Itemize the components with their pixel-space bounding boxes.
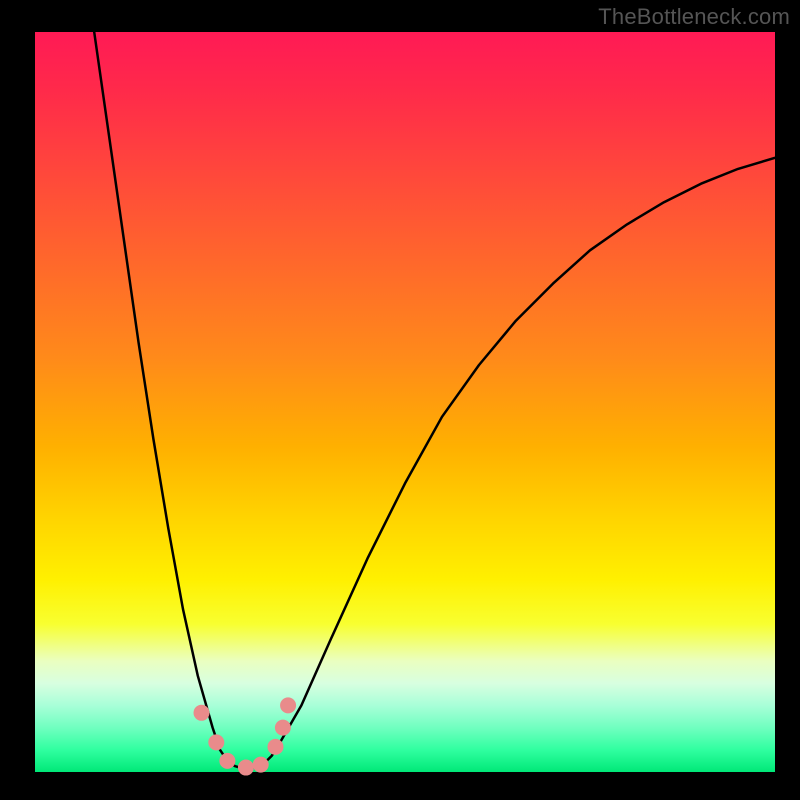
valley-marker [238,760,254,776]
valley-marker [280,697,296,713]
valley-marker [208,734,224,750]
chart-frame: TheBottleneck.com [0,0,800,800]
valley-marker [268,739,284,755]
valley-marker [253,757,269,773]
bottleneck-curve [94,32,775,768]
valley-marker [219,753,235,769]
valley-marker [275,720,291,736]
curve-layer [0,0,800,800]
valley-marker [194,705,210,721]
